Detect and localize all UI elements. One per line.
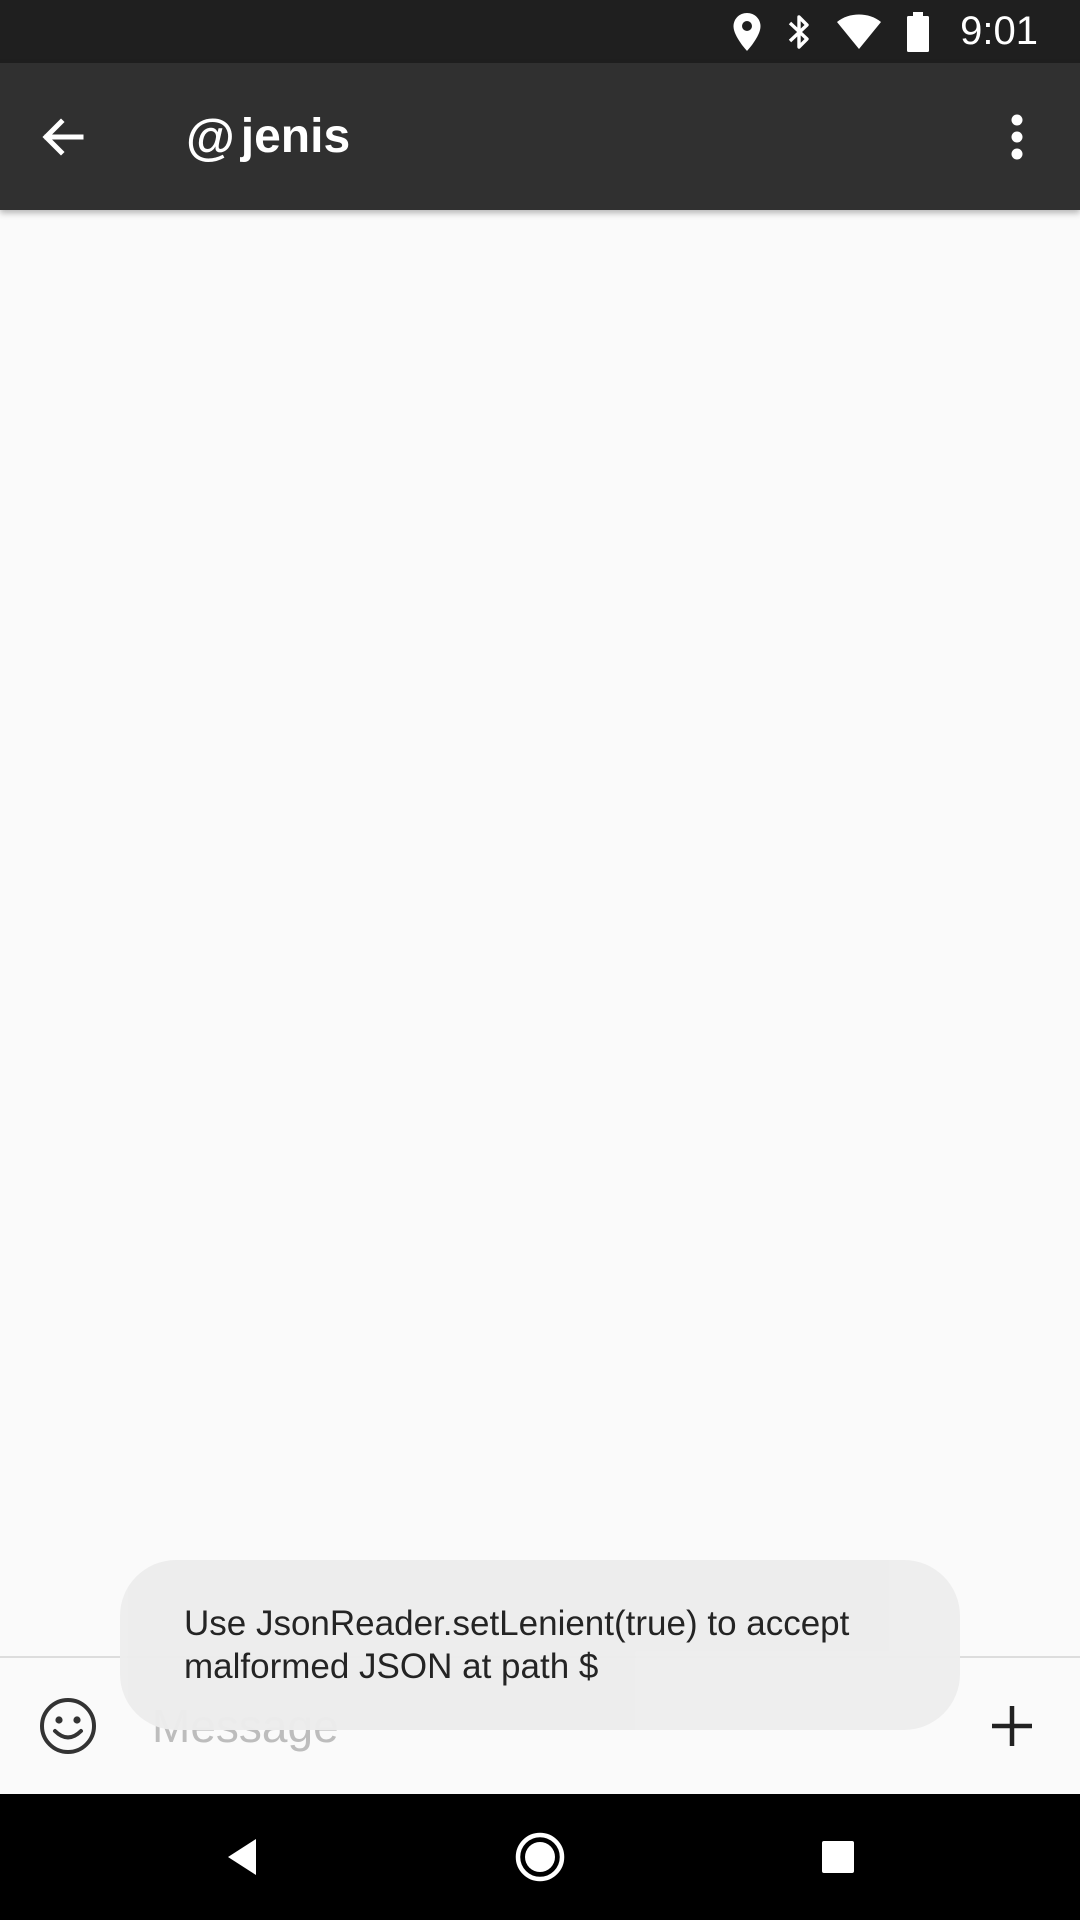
app-bar: @ jenis [0,63,1080,210]
nav-recents-button[interactable] [806,1825,870,1889]
arrow-back-icon [42,118,84,156]
battery-icon [906,11,930,53]
back-button[interactable] [30,104,96,170]
toast-message-line-2: malformed JSON at path $ [184,1647,599,1686]
mention-prefix: @ [186,108,235,165]
error-toast: Use JsonReader.setLenient(true) to accep… [120,1560,960,1730]
bluetooth-icon [786,12,812,52]
message-list[interactable] [0,210,1080,1656]
emoji-button[interactable] [34,1692,102,1760]
nav-back-button[interactable] [210,1825,274,1889]
navigation-bar [0,1794,1080,1920]
add-icon [992,1706,1032,1746]
overflow-menu-button[interactable] [984,104,1050,170]
wifi-icon [836,13,882,51]
nav-home-button[interactable] [508,1825,572,1889]
more-vertical-icon [1011,114,1023,160]
page-title: jenis [240,110,351,163]
status-icons: 9:01 [732,0,1038,63]
add-attachment-button[interactable] [978,1692,1046,1760]
status-bar: 9:01 [0,0,1080,63]
nav-recents-icon [822,1841,854,1873]
status-time: 9:01 [960,9,1038,53]
nav-back-icon [228,1839,256,1875]
toast-message-line-1: Use JsonReader.setLenient(true) to accep… [184,1604,850,1643]
screen: 9:01 @ jenis Message Use JsonReader.setL… [0,0,1080,1920]
channel-title: @ jenis [186,63,350,210]
emoji-icon [40,1698,96,1754]
nav-home-icon [515,1832,565,1882]
location-icon [732,12,762,52]
